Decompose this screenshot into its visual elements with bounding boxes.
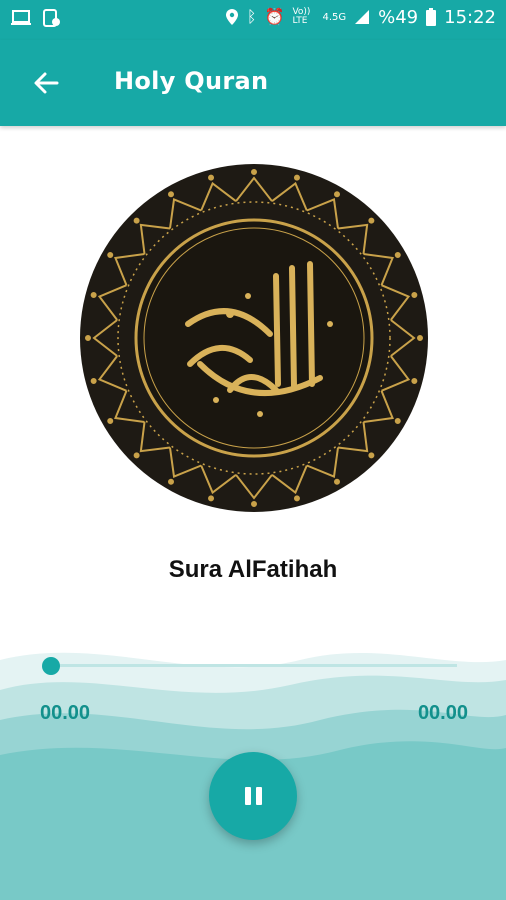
bluetooth-icon: ᛒ xyxy=(246,7,257,26)
location-icon xyxy=(225,9,238,25)
battery-percent: %49 xyxy=(378,6,419,28)
alarm-icon: ⏰ xyxy=(264,7,285,26)
arrow-left-icon xyxy=(34,72,59,94)
pause-button[interactable] xyxy=(209,752,297,840)
clock: 15:22 xyxy=(444,6,496,28)
seek-handle[interactable] xyxy=(42,657,60,675)
back-button[interactable] xyxy=(30,67,62,99)
page-title: Holy Quran xyxy=(114,67,269,95)
track-title: Sura AlFatihah xyxy=(168,556,338,583)
total-duration: 00.00 xyxy=(417,702,468,724)
app-bar: Holy Quran xyxy=(0,40,506,126)
volte-label: Vo)) LTE xyxy=(292,7,311,26)
pause-icon xyxy=(244,787,262,805)
network-label: 4.5G xyxy=(322,11,347,23)
seek-track[interactable] xyxy=(52,664,457,667)
elapsed-time: 00.00 xyxy=(40,702,91,724)
laptop-icon xyxy=(11,10,31,25)
quran-emblem-image xyxy=(80,164,428,512)
status-bar: ᛒ ⏰ Vo)) LTE 4.5G %49 15:22 xyxy=(0,0,506,40)
battery-icon xyxy=(426,8,437,26)
signal-icon xyxy=(355,10,370,24)
phone-screen-icon xyxy=(43,9,60,27)
